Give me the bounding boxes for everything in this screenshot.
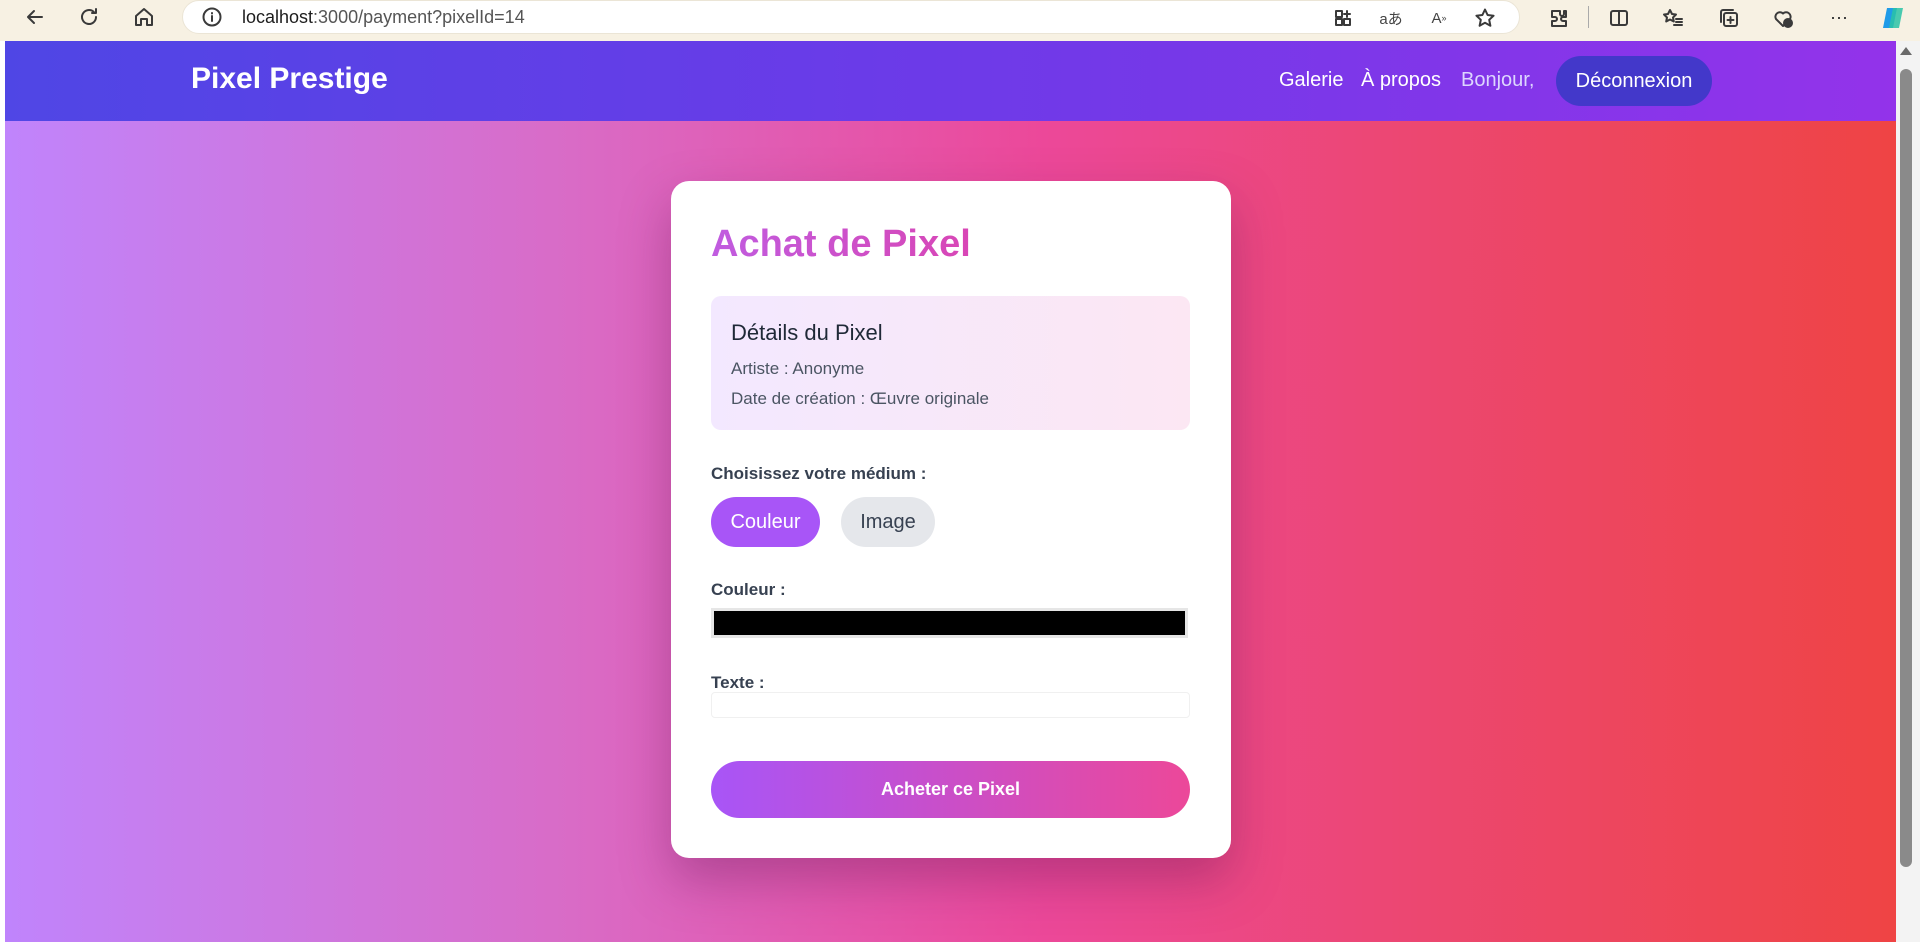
url-text[interactable]: localhost:3000/payment?pixelId=14 (242, 6, 525, 28)
browser-toolbar: localhost:3000/payment?pixelId=14 aあ A» … (0, 0, 1920, 41)
medium-option-couleur[interactable]: Couleur (711, 497, 820, 547)
text-input[interactable] (711, 692, 1190, 718)
creation-date-text: Date de création : Œuvre originale (731, 389, 989, 408)
refresh-icon[interactable] (72, 2, 106, 32)
color-label: Couleur : (711, 580, 786, 599)
page-title: Achat de Pixel (711, 223, 971, 265)
app-icon[interactable] (1331, 6, 1355, 30)
page-viewport: Pixel Prestige Galerie À propos Bonjour,… (5, 41, 1896, 942)
nav-link-a-propos[interactable]: À propos (1361, 69, 1441, 92)
info-icon[interactable] (201, 6, 223, 28)
extensions-icon[interactable] (1544, 3, 1574, 33)
home-icon[interactable] (127, 2, 161, 32)
color-picker-input[interactable] (711, 608, 1188, 638)
translate-icon[interactable]: aあ (1379, 6, 1403, 30)
read-aloud-icon[interactable]: A» (1427, 6, 1451, 30)
medium-label: Choisissez votre médium : (711, 464, 927, 483)
address-bar[interactable]: localhost:3000/payment?pixelId=14 aあ A» (182, 0, 1520, 34)
purchase-card: Achat de Pixel Détails du Pixel Artiste … (671, 181, 1231, 858)
site-brand[interactable]: Pixel Prestige (191, 62, 388, 96)
collections-icon[interactable] (1714, 3, 1744, 33)
url-path: :3000/payment?pixelId=14 (313, 7, 525, 27)
url-host: localhost (242, 7, 314, 27)
pixel-details-panel: Détails du Pixel Artiste : Anonyme Date … (711, 296, 1190, 430)
artist-text: Artiste : Anonyme (731, 359, 865, 378)
health-icon[interactable] (1768, 3, 1798, 33)
favorite-star-icon[interactable] (1473, 6, 1497, 30)
medium-option-image[interactable]: Image (841, 497, 935, 547)
text-label: Texte : (711, 673, 765, 692)
logout-button[interactable]: Déconnexion (1556, 56, 1712, 106)
scrollbar-thumb[interactable] (1900, 69, 1912, 867)
split-screen-icon[interactable] (1604, 3, 1634, 33)
details-heading: Détails du Pixel (731, 320, 883, 345)
back-icon[interactable] (18, 2, 52, 32)
nav-link-galerie[interactable]: Galerie (1279, 69, 1343, 92)
scroll-up-icon[interactable] (1900, 47, 1912, 55)
page-scrollbar[interactable] (1896, 41, 1920, 942)
greeting-text: Bonjour, (1461, 69, 1535, 91)
buy-pixel-button[interactable]: Acheter ce Pixel (711, 761, 1190, 818)
site-navbar: Pixel Prestige Galerie À propos Bonjour,… (5, 41, 1896, 121)
toolbar-divider (1588, 6, 1589, 28)
favorites-icon[interactable] (1658, 3, 1688, 33)
copilot-icon[interactable] (1878, 3, 1908, 33)
more-icon[interactable]: ⋯ (1824, 3, 1854, 33)
